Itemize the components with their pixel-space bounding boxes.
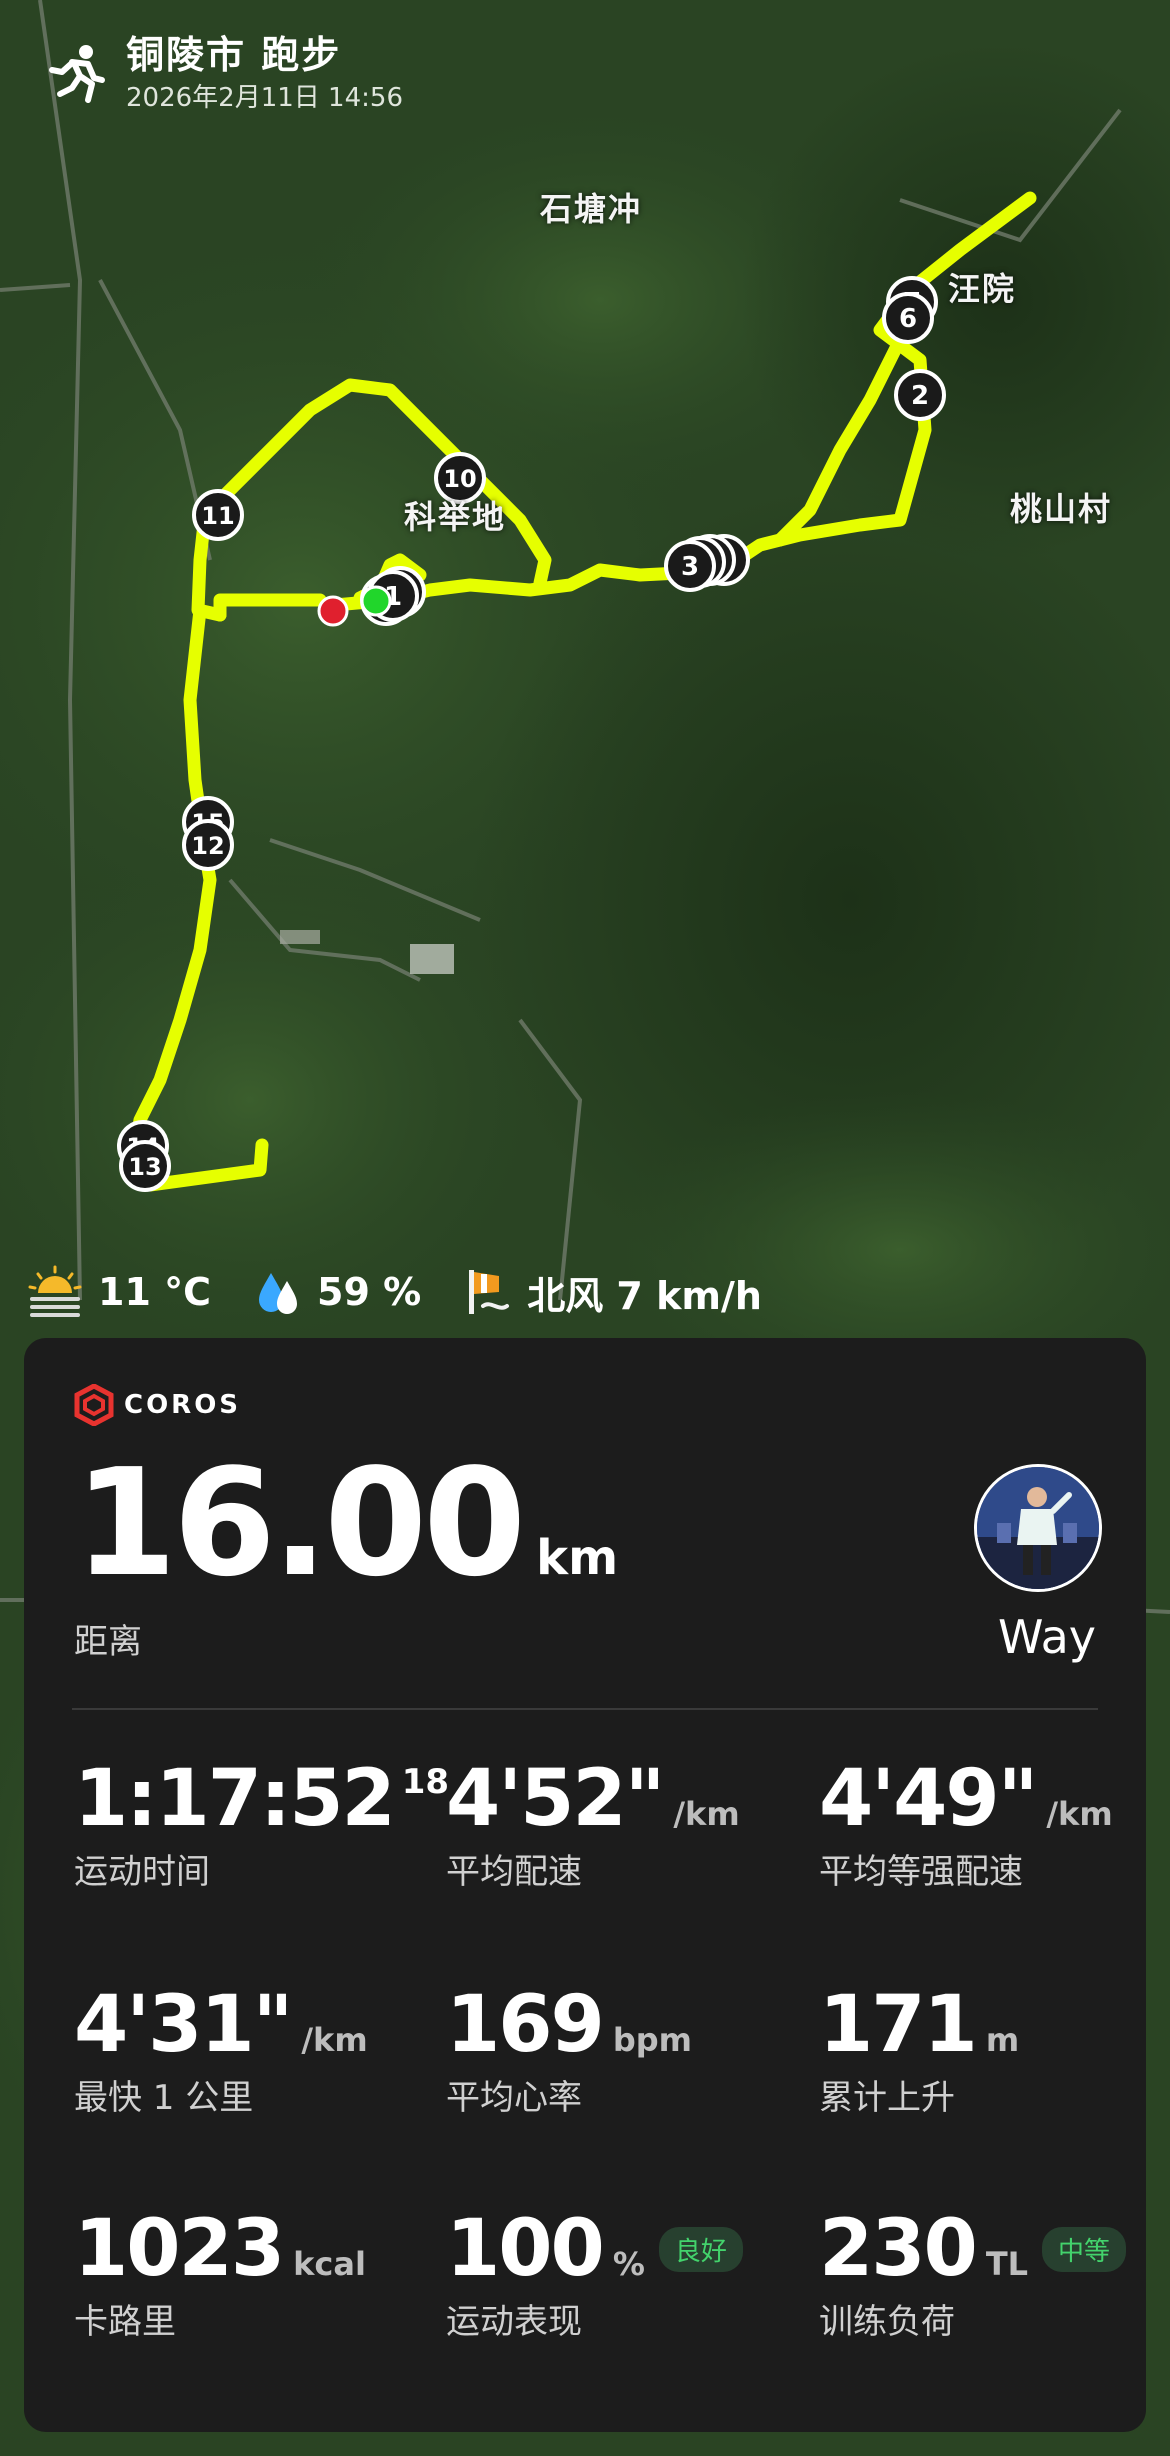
distance-label: 距离 xyxy=(74,1622,142,1662)
coros-logo: COROS xyxy=(74,1384,241,1426)
brand-name: COROS xyxy=(124,1390,242,1420)
humidity-icon xyxy=(259,1273,297,1314)
place-label-shitangchong: 石塘冲 xyxy=(540,190,643,228)
stat-calories: 1023 kcal 卡路里 xyxy=(74,2206,444,2343)
weather-temperature: 11 °C xyxy=(26,1263,211,1321)
stat-fastest-km: 4'31" /km 最快 1 公里 xyxy=(74,1982,444,2119)
activity-title: 铜陵市 跑步 xyxy=(126,33,342,77)
distance-value: 16.00 xyxy=(74,1437,526,1609)
stat-label: 运动时间 xyxy=(74,1852,210,1892)
stat-unit: m xyxy=(985,2021,1020,2059)
stat-performance: 100 % 良好 运动表现 xyxy=(446,2206,816,2343)
stat-unit: /km xyxy=(301,2021,368,2059)
stat-label: 训练负荷 xyxy=(819,2302,955,2342)
stat-unit: kcal xyxy=(293,2245,366,2283)
stat-value: 4'31" xyxy=(74,1980,293,2070)
stat-value: 100 xyxy=(446,2204,605,2294)
activity-datetime: 2026年2月11日 14:56 xyxy=(126,83,403,113)
stat-value: 171 xyxy=(819,1980,978,2070)
divider xyxy=(72,1708,1098,1710)
user-name: Way xyxy=(998,1610,1096,1664)
stat-value: 4'49" xyxy=(819,1754,1038,1844)
running-icon xyxy=(49,45,105,103)
stat-elevation-gain: 171 m 累计上升 xyxy=(819,1982,1170,2119)
stat-unit: bpm xyxy=(612,2021,692,2059)
humidity-value: 59 % xyxy=(317,1270,422,1314)
stat-label: 最快 1 公里 xyxy=(74,2078,254,2118)
distance-readout: 16.00 km xyxy=(74,1448,618,1598)
stat-unit: TL xyxy=(985,2245,1029,2283)
wind-flag-icon xyxy=(469,1270,510,1314)
avatar[interactable] xyxy=(974,1464,1102,1592)
stat-hundredths: 18 xyxy=(401,1762,450,1802)
stat-avg-grade-adjusted-pace: 4'49" /km 平均等强配速 xyxy=(819,1756,1170,1893)
performance-badge: 良好 xyxy=(658,2226,743,2272)
place-label-wangyuan: 汪院 xyxy=(948,270,1017,308)
avatar-image xyxy=(977,1467,1099,1589)
stat-label: 运动表现 xyxy=(446,2302,582,2342)
stat-label: 卡路里 xyxy=(74,2302,176,2342)
stat-value: 230 xyxy=(819,2204,978,2294)
coros-logo-icon xyxy=(74,1384,114,1426)
stat-label: 累计上升 xyxy=(819,2078,955,2118)
stat-value: 1023 xyxy=(74,2204,285,2294)
place-label-taoshancun: 桃山村 xyxy=(1010,490,1113,528)
weather-bar: 11 °C 59 % 北风 7 km/h xyxy=(26,1262,806,1322)
stat-duration: 1:17:52 18 运动时间 xyxy=(74,1754,449,1893)
weather-wind: 北风 7 km/h xyxy=(465,1265,762,1320)
stat-label: 平均配速 xyxy=(446,1852,582,1892)
stat-unit: /km xyxy=(1046,1795,1113,1833)
stat-label: 平均心率 xyxy=(446,2078,582,2118)
temperature-value: 11 °C xyxy=(98,1270,211,1314)
place-label-kejudi: 科举地 xyxy=(404,498,507,536)
stat-training-load: 230 TL 中等 训练负荷 xyxy=(819,2206,1170,2343)
stat-unit: % xyxy=(612,2245,645,2283)
stat-avg-heart-rate: 169 bpm 平均心率 xyxy=(446,1982,816,2119)
activity-summary-card: COROS 16.00 km 距离 Way 1:17:52 18 运动时间 4'… xyxy=(24,1338,1146,2432)
stat-unit: /km xyxy=(673,1795,740,1833)
weather-humidity: 59 % xyxy=(255,1267,421,1317)
wind-value: 北风 7 km/h xyxy=(527,1273,762,1318)
stat-value: 169 xyxy=(446,1980,605,2070)
stat-avg-pace: 4'52" /km 平均配速 xyxy=(446,1756,816,1893)
stat-value: 1:17:52 xyxy=(74,1754,396,1844)
stat-label: 平均等强配速 xyxy=(819,1852,1023,1892)
stat-value: 4'52" xyxy=(446,1754,665,1844)
training-load-badge: 中等 xyxy=(1042,2226,1127,2272)
sunny-haze-icon xyxy=(28,1265,82,1317)
activity-header: 铜陵市 跑步 2026年2月11日 14:56 xyxy=(44,30,403,116)
distance-unit: km xyxy=(536,1530,619,1586)
